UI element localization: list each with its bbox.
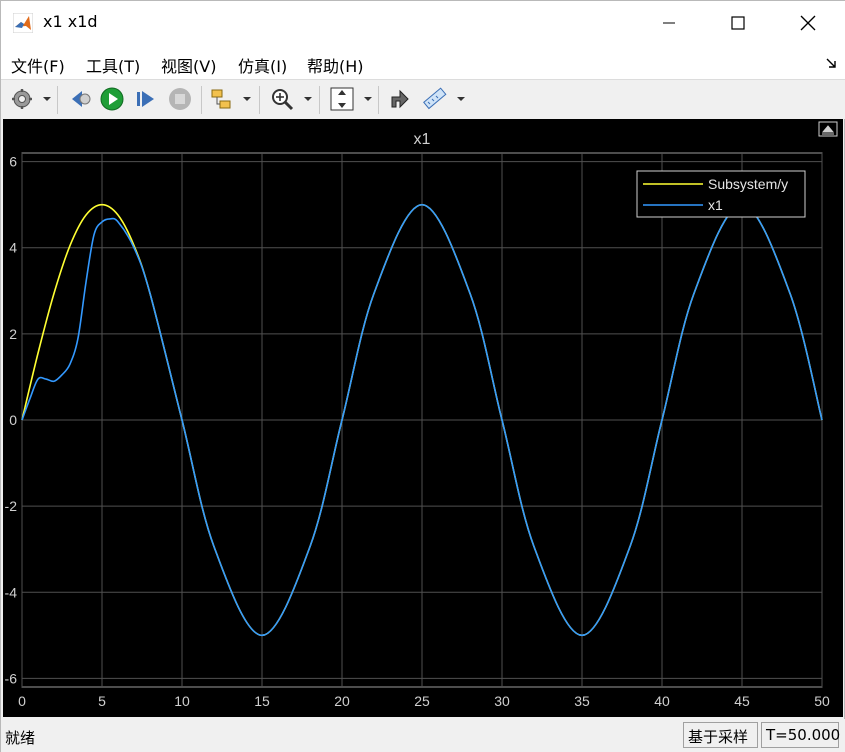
- menu-view[interactable]: 视图(V): [161, 53, 216, 77]
- measure-dropdown-icon[interactable]: [457, 95, 465, 103]
- step-back-button[interactable]: [67, 86, 93, 112]
- autoscale-button[interactable]: [329, 86, 355, 112]
- run-icon: [100, 87, 124, 111]
- y-tick-label: 6: [9, 154, 17, 170]
- sim-time-indicator: T=50.000: [761, 722, 840, 748]
- zoom-in-icon: [272, 89, 294, 111]
- stop-button[interactable]: [167, 86, 193, 112]
- measure-button[interactable]: [421, 86, 447, 112]
- matlab-logo-icon: [13, 13, 33, 33]
- settings-dropdown-icon[interactable]: [43, 95, 51, 103]
- settings-button[interactable]: [9, 86, 35, 112]
- legend-entry: x1: [708, 197, 723, 213]
- sample-mode-indicator: 基于采样: [683, 722, 758, 748]
- y-tick-label: 0: [9, 412, 17, 428]
- status-bar: 就绪 基于采样 T=50.000: [1, 719, 845, 752]
- menu-tools[interactable]: 工具(T): [86, 53, 140, 77]
- x-tick-label: 30: [494, 693, 510, 709]
- maximize-icon: [731, 16, 745, 30]
- restore-view-icon: [391, 89, 409, 109]
- plot-area[interactable]: x1 0 5 10 15 20 25 30 35 40 45 50 -6 -4 -2 0 2 4 6 Subsyste…: [3, 119, 843, 717]
- legend-entry: Subsystem/y: [708, 176, 788, 192]
- close-icon: [800, 15, 816, 31]
- undock-arrow-icon[interactable]: [825, 57, 837, 69]
- step-forward-button[interactable]: [133, 86, 159, 112]
- x-tick-label: 45: [734, 693, 750, 709]
- chart-title: x1: [414, 131, 431, 148]
- x-tick-label: 15: [254, 693, 270, 709]
- y-tick-label: 2: [9, 326, 17, 342]
- status-text: 就绪: [5, 729, 36, 747]
- scope-window: x1 x1d 文件(F) 工具(T) 视图(V) 仿真(I) 帮助(H) x1 …: [0, 0, 845, 752]
- restore-view-button[interactable]: [387, 86, 413, 112]
- measure-icon: [423, 87, 447, 110]
- y-tick-label: -6: [5, 670, 18, 686]
- scope-chart[interactable]: x1 0 5 10 15 20 25 30 35 40 45 50 -6 -4 -2 0 2 4 6 Subsyste…: [3, 119, 843, 717]
- x-tick-label: 20: [334, 693, 350, 709]
- x-tick-label: 5: [98, 693, 106, 709]
- x-tick-label: 0: [18, 693, 26, 709]
- run-button[interactable]: [99, 86, 125, 112]
- menu-simulation[interactable]: 仿真(I): [238, 53, 287, 77]
- minimize-button[interactable]: [646, 1, 692, 45]
- x-tick-label: 40: [654, 693, 670, 709]
- highlight-dropdown-icon[interactable]: [243, 95, 251, 103]
- settings-icon: [12, 89, 32, 109]
- menu-file[interactable]: 文件(F): [11, 53, 65, 77]
- toolbar-separator: [259, 86, 260, 114]
- stop-icon: [169, 88, 191, 110]
- x-tick-label: 35: [574, 693, 590, 709]
- zoom-button[interactable]: [269, 86, 295, 112]
- autoscale-icon: [330, 87, 354, 111]
- x-tick-label: 10: [174, 693, 190, 709]
- x-tick-label: 25: [414, 693, 430, 709]
- y-tick-label: -4: [5, 584, 18, 600]
- y-tick-label: -2: [5, 498, 18, 514]
- close-button[interactable]: [785, 1, 831, 45]
- title-bar[interactable]: x1 x1d: [1, 1, 845, 45]
- y-tick-label: 4: [9, 240, 17, 256]
- minimize-icon: [663, 22, 675, 24]
- window-title: x1 x1d: [43, 12, 98, 31]
- highlight-block-icon: [211, 89, 231, 109]
- toolbar-separator: [57, 86, 58, 114]
- step-forward-icon: [137, 91, 154, 107]
- step-back-icon: [72, 91, 91, 107]
- autoscale-dropdown-icon[interactable]: [364, 95, 372, 103]
- maximize-button[interactable]: [715, 1, 761, 45]
- toolbar: [1, 79, 845, 119]
- x-tick-label: 50: [814, 693, 830, 709]
- menu-bar: 文件(F) 工具(T) 视图(V) 仿真(I) 帮助(H): [1, 45, 845, 79]
- zoom-dropdown-icon[interactable]: [304, 95, 312, 103]
- toolbar-separator: [319, 86, 320, 114]
- highlight-block-button[interactable]: [209, 86, 235, 112]
- toolbar-separator: [201, 86, 202, 114]
- toolbar-separator: [378, 86, 379, 114]
- menu-help[interactable]: 帮助(H): [307, 53, 364, 77]
